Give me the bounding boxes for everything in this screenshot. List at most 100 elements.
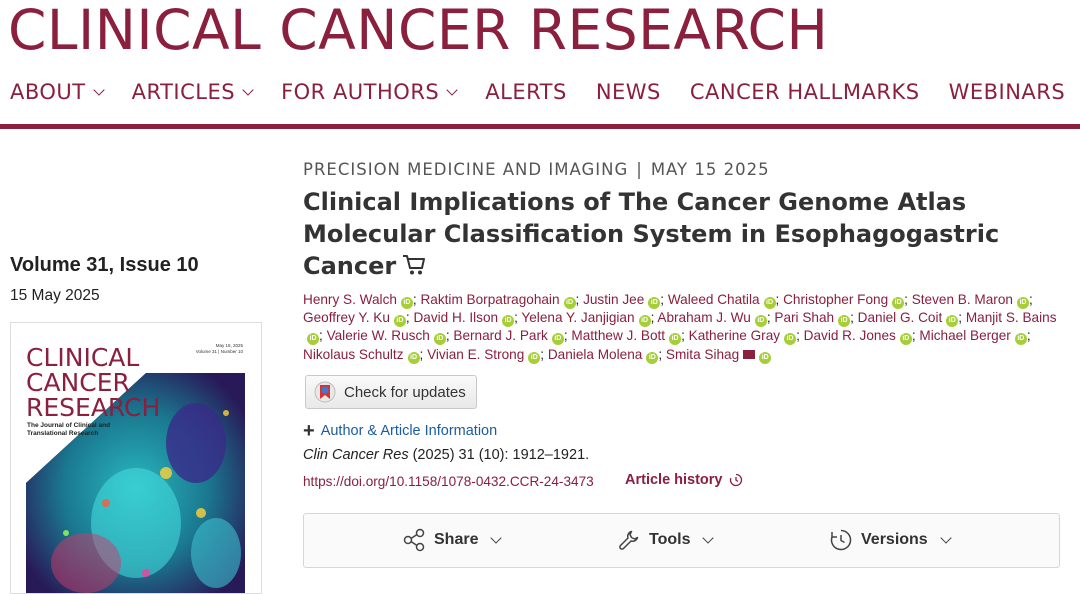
author-link[interactable]: Katherine Gray — [689, 328, 780, 343]
author-link[interactable]: Smita Sihag — [666, 347, 739, 362]
wrench-icon — [619, 530, 639, 550]
orcid-icon[interactable]: iD — [400, 297, 413, 309]
author-link[interactable]: Raktim Borpatragohain — [420, 292, 559, 307]
orcid-icon[interactable]: iD — [759, 351, 772, 364]
nav-news[interactable]: NEWS — [596, 80, 661, 104]
cart-icon[interactable] — [402, 254, 426, 276]
orcid-icon[interactable]: iD — [646, 351, 659, 364]
doi-link[interactable]: https://doi.org/10.1158/1078-0432.CCR-24… — [303, 474, 594, 489]
author-separator: ; — [775, 292, 784, 307]
share-button[interactable]: Share — [402, 528, 503, 552]
article-toolbar: Share Tools Versions — [303, 513, 1060, 568]
chevron-down-icon — [490, 531, 503, 544]
author-separator: ; — [540, 346, 548, 362]
author-separator: ; — [796, 328, 804, 344]
orcid-icon[interactable]: iD — [393, 315, 406, 328]
orcid-icon[interactable]: iD — [838, 315, 851, 328]
nav-news-label: NEWS — [595, 80, 661, 104]
orcid-icon[interactable]: iD — [551, 333, 564, 346]
nav-divider — [0, 124, 1080, 129]
share-label: Share — [434, 531, 479, 548]
history-icon — [729, 473, 742, 487]
nav-about-label: ABOUT — [10, 80, 86, 104]
citation-details: (2025) 31 (10): 1912–1921. — [408, 447, 590, 463]
tools-button[interactable]: Tools — [617, 528, 715, 552]
author-separator: ; — [419, 346, 428, 362]
nav-for-authors[interactable]: FOR AUTHORS — [281, 80, 458, 104]
author-link[interactable]: Steven B. Maron — [912, 292, 1013, 307]
orcid-icon[interactable]: iD — [638, 315, 651, 328]
orcid-icon[interactable]: iD — [563, 297, 576, 309]
author-separator: ; — [660, 292, 668, 307]
author-link[interactable]: Daniela Molena — [548, 347, 642, 362]
author-link[interactable]: Pari Shah — [774, 310, 834, 325]
orcid-icon[interactable]: iD — [307, 333, 319, 346]
orcid-icon[interactable]: iD — [1016, 297, 1029, 309]
cover-title-line: RESEARCH — [26, 393, 161, 422]
orcid-icon[interactable]: iD — [433, 333, 446, 346]
nav-for-authors-label: FOR AUTHORS — [281, 80, 440, 104]
orcid-icon[interactable]: iD — [648, 297, 661, 309]
author-link[interactable]: Yelena Y. Janjigian — [521, 310, 634, 325]
cover-meta: May 15, 2025 Volume 31 | Number 10 — [196, 343, 243, 355]
cover-subtitle: The Journal of Clinical and Translationa… — [27, 422, 111, 437]
cover-title-line: CANCER — [26, 368, 130, 397]
nav-webinars-label: WEBINARS — [948, 80, 1066, 104]
author-link[interactable]: Justin Jee — [583, 292, 644, 307]
nav-webinars[interactable]: WEBINARS — [949, 80, 1066, 104]
author-link[interactable]: Vivian E. Strong — [427, 347, 524, 362]
nav-alerts-label: ALERTS — [485, 80, 567, 104]
nav-articles[interactable]: ARTICLES — [131, 80, 254, 104]
author-separator: ; — [850, 310, 858, 326]
issue-volume[interactable]: Volume 31, Issue 10 — [10, 254, 199, 277]
article-section[interactable]: PRECISION MEDICINE AND IMAGING — [303, 160, 628, 179]
crossmark-icon — [314, 381, 336, 403]
author-link[interactable]: Geoffrey Y. Ku — [303, 310, 390, 325]
nav-articles-label: ARTICLES — [131, 80, 236, 104]
chevron-down-icon — [92, 83, 105, 96]
chevron-down-icon — [446, 83, 458, 96]
author-link[interactable]: Daniel G. Coit — [858, 310, 943, 325]
orcid-icon[interactable]: iD — [407, 351, 420, 364]
versions-button[interactable]: Versions — [829, 528, 952, 552]
author-link[interactable]: Henry S. Walch — [303, 292, 397, 307]
author-link[interactable]: Christopher Fong — [783, 292, 888, 307]
check-for-updates-button[interactable]: Check for updates — [305, 375, 477, 409]
orcid-icon[interactable]: iD — [892, 297, 905, 309]
author-link[interactable]: Nikolaus Schultz — [303, 347, 404, 362]
author-link[interactable]: Abraham J. Wu — [657, 310, 750, 325]
author-link[interactable]: Valerie W. Rusch — [327, 328, 430, 343]
orcid-icon[interactable]: iD — [946, 315, 959, 328]
orcid-icon[interactable]: iD — [754, 315, 767, 328]
author-link[interactable]: Waleed Chatila — [668, 292, 760, 307]
orcid-icon[interactable]: iD — [528, 351, 541, 364]
nav-alerts[interactable]: ALERTS — [485, 80, 567, 104]
author-separator: ; — [681, 328, 689, 344]
check-for-updates-label: Check for updates — [344, 383, 466, 401]
journal-brand[interactable]: CLINICAL CANCER RESEARCH — [8, 2, 828, 58]
orcid-icon[interactable]: iD — [1014, 333, 1027, 346]
issue-cover[interactable]: CLINICAL CANCER RESEARCH The Journal of … — [10, 322, 262, 594]
author-link[interactable]: David R. Jones — [804, 328, 896, 343]
author-link[interactable]: Bernard J. Park — [453, 328, 547, 343]
author-separator: ; — [1026, 328, 1031, 344]
orcid-icon[interactable]: iD — [502, 315, 515, 328]
section-separator: | — [636, 160, 643, 179]
nav-hallmarks-label: CANCER HALLMARKS — [689, 80, 920, 104]
orcid-icon[interactable]: iD — [669, 333, 682, 346]
orcid-icon[interactable]: iD — [784, 333, 797, 346]
cover-title-line: CLINICAL — [26, 343, 140, 372]
nav-cancer-hallmarks[interactable]: CANCER HALLMARKS — [690, 80, 920, 104]
author-link[interactable]: Michael Berger — [919, 328, 1010, 343]
author-link[interactable]: Manjit S. Bains — [966, 310, 1057, 325]
author-article-info-toggle[interactable]: + Author & Article Information — [303, 421, 497, 441]
nav-about[interactable]: ABOUT — [10, 80, 105, 104]
chevron-down-icon — [702, 531, 715, 544]
envelope-icon[interactable] — [743, 349, 756, 359]
orcid-icon[interactable]: iD — [899, 333, 912, 346]
article-history-button[interactable]: Article history — [625, 472, 743, 488]
share-icon — [403, 528, 425, 552]
orcid-icon[interactable]: iD — [763, 297, 776, 309]
author-link[interactable]: Matthew J. Bott — [571, 328, 665, 343]
author-link[interactable]: David H. Ilson — [413, 310, 498, 325]
